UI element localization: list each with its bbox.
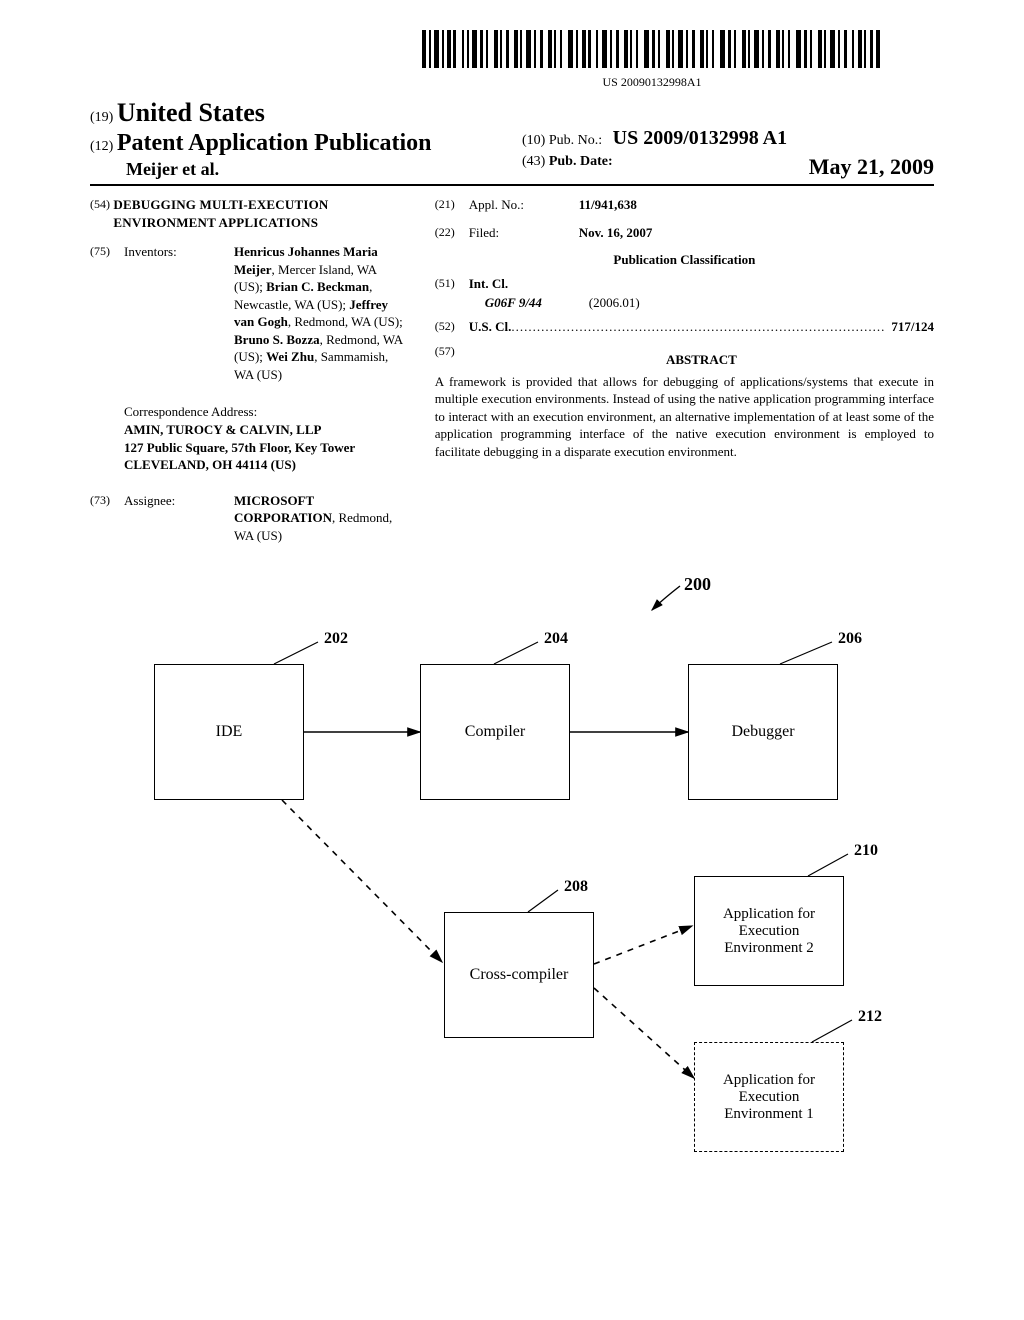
assignee-value: MICROSOFT CORPORATION, Redmond, WA (US) xyxy=(234,492,405,545)
pubno-label: Pub. No.: xyxy=(549,133,602,148)
box-compiler: Compiler xyxy=(420,664,570,800)
code-10: (10) xyxy=(522,133,545,148)
code-19: (19) xyxy=(90,110,113,125)
code-51: (51) xyxy=(435,275,469,293)
ref-204: 204 xyxy=(544,630,568,648)
ref-200: 200 xyxy=(684,574,711,595)
intcl-date: (2006.01) xyxy=(589,294,640,312)
code-54: (54) xyxy=(90,196,113,231)
barcode-block: US 20090132998A1 xyxy=(370,30,934,90)
applno-label: Appl. No.: xyxy=(469,196,579,214)
inventor-4: Bruno S. Bozza xyxy=(234,332,320,347)
uscl-dots xyxy=(511,318,885,336)
inventor-3-loc: , Redmond, WA (US); xyxy=(288,314,403,329)
uscl-value: 717/124 xyxy=(885,318,934,336)
uscl-label: U.S. Cl. xyxy=(469,318,512,336)
pubno-value: US 2009/0132998 A1 xyxy=(613,127,787,149)
code-22: (22) xyxy=(435,224,469,242)
correspondence-line3: CLEVELAND, OH 44114 (US) xyxy=(124,456,405,474)
ref-208: 208 xyxy=(564,878,588,896)
code-43: (43) xyxy=(522,154,545,169)
correspondence-line1: AMIN, TUROCY & CALVIN, LLP xyxy=(124,421,405,439)
code-73: (73) xyxy=(90,492,124,545)
assignee-name: MICROSOFT CORPORATION xyxy=(234,493,332,526)
filed-label: Filed: xyxy=(469,224,579,242)
inventor-5: Wei Zhu xyxy=(266,349,314,364)
right-column: (21) Appl. No.: 11/941,638 (22) Filed: N… xyxy=(435,196,934,554)
barcode-label: US 20090132998A1 xyxy=(370,75,934,90)
header-authors: Meijer et al. xyxy=(90,159,502,180)
abstract-body: A framework is provided that allows for … xyxy=(435,373,934,461)
figure-diagram: 200 202 204 206 208 210 212 IDE Compiler… xyxy=(132,574,892,1194)
intcl-label: Int. Cl. xyxy=(469,275,508,293)
code-75: (75) xyxy=(90,243,124,383)
code-57: (57) xyxy=(435,343,469,373)
abstract-heading: ABSTRACT xyxy=(469,351,934,369)
box-debugger: Debugger xyxy=(688,664,838,800)
ref-212: 212 xyxy=(858,1008,882,1026)
code-52: (52) xyxy=(435,318,469,336)
doc-kind: Patent Application Publication xyxy=(117,130,432,156)
inventor-2: Brian C. Beckman xyxy=(266,279,369,294)
box-ide: IDE xyxy=(154,664,304,800)
box-app-env2: Application for Execution Environment 2 xyxy=(694,876,844,986)
pubdate-value: May 21, 2009 xyxy=(809,154,934,180)
box-app-env1: Application for Execution Environment 1 xyxy=(694,1042,844,1152)
correspondence-address: Correspondence Address: AMIN, TUROCY & C… xyxy=(124,403,405,473)
code-21: (21) xyxy=(435,196,469,214)
inventors-list: Henricus Johannes Maria Meijer, Mercer I… xyxy=(234,243,405,383)
box-cross-compiler: Cross-compiler xyxy=(444,912,594,1038)
ref-202: 202 xyxy=(324,630,348,648)
correspondence-line2: 127 Public Square, 57th Floor, Key Tower xyxy=(124,439,405,457)
left-column: (54) DEBUGGING MULTI-EXECUTION ENVIRONME… xyxy=(90,196,405,554)
barcode xyxy=(422,30,882,68)
applno-value: 11/941,638 xyxy=(579,196,934,214)
intcl-code: G06F 9/44 xyxy=(469,294,589,312)
pubdate-label: Pub. Date: xyxy=(549,154,613,169)
invention-title: DEBUGGING MULTI-EXECUTION ENVIRONMENT AP… xyxy=(113,196,404,231)
filed-value: Nov. 16, 2007 xyxy=(579,224,934,242)
inventors-label: Inventors: xyxy=(124,243,234,383)
ref-206: 206 xyxy=(838,630,862,648)
assignee-label: Assignee: xyxy=(124,492,234,545)
code-12: (12) xyxy=(90,139,113,154)
correspondence-label: Correspondence Address: xyxy=(124,403,405,421)
header: (19) United States (12) Patent Applicati… xyxy=(90,98,934,186)
ref-210: 210 xyxy=(854,842,878,860)
country: United States xyxy=(117,98,265,127)
pub-class-heading: Publication Classification xyxy=(435,251,934,269)
